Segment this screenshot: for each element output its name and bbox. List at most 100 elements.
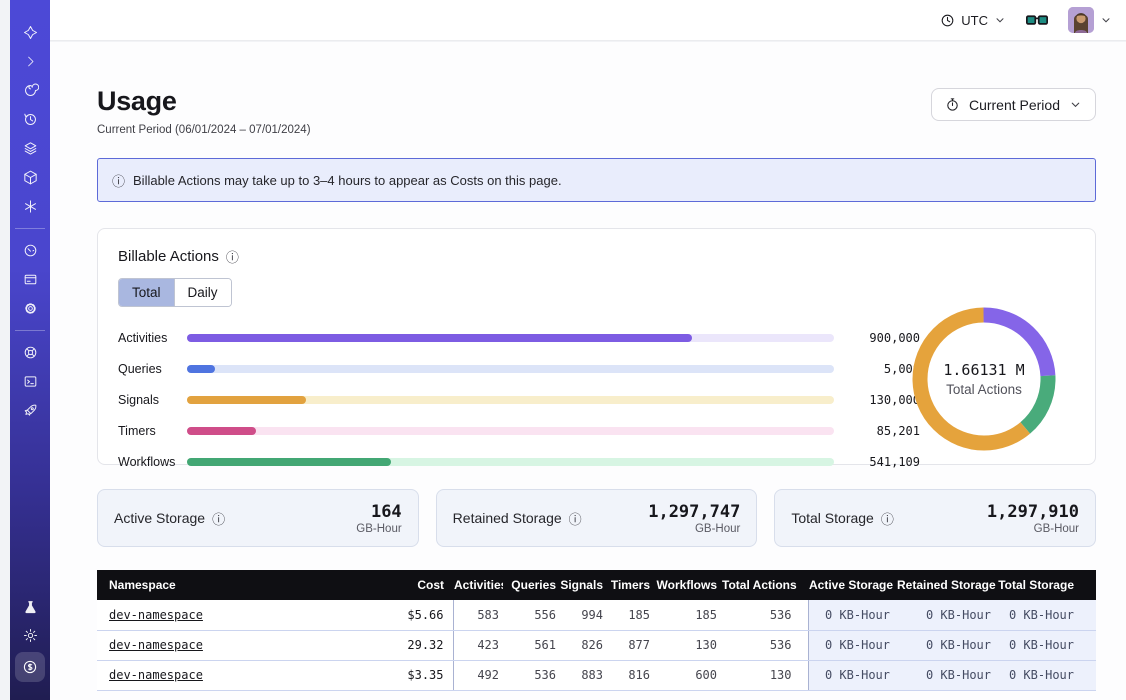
table-cell: 0 KB-Hour [808, 600, 896, 630]
sidebar-item-schedules[interactable] [10, 105, 50, 134]
storage-summary-row: Active Storage ⓘ 164 GB-Hour Retained St… [97, 489, 1096, 547]
billable-actions-card: Billable Actions ⓘ Total Daily Activitie… [97, 228, 1096, 465]
period-selector-button[interactable]: Current Period [931, 88, 1096, 121]
tab-daily[interactable]: Daily [174, 279, 231, 306]
sidebar-item-namespaces[interactable] [10, 76, 50, 105]
layers-icon [22, 140, 39, 157]
page-title: Usage [97, 86, 311, 117]
table-cell: $3.35 [347, 660, 453, 690]
feedback-glasses-button[interactable] [1026, 14, 1048, 27]
temporal-logo[interactable] [10, 18, 50, 47]
sidebar-divider [15, 330, 45, 331]
active-storage-label: Active Storage [114, 510, 205, 526]
table-cell: 816 [607, 660, 655, 690]
sidebar-item-deployments[interactable] [10, 134, 50, 163]
bar-fill [187, 427, 256, 435]
bar-fill [187, 334, 692, 342]
bar-value: 541,109 [834, 455, 920, 469]
bar-track [187, 427, 834, 435]
table-column-header: Active Storage [808, 570, 896, 600]
gauge-icon [22, 242, 39, 259]
table-row: dev-namespace$3.354925368838166001300 KB… [97, 660, 1096, 690]
donut-total-value: 1.66131 M [943, 361, 1024, 379]
retained-storage-unit: GB-Hour [648, 523, 740, 535]
period-selector-label: Current Period [969, 97, 1060, 113]
info-icon[interactable]: ⓘ [226, 247, 239, 266]
chevron-down-icon [994, 14, 1006, 26]
theme-toggle[interactable] [10, 624, 50, 646]
info-icon[interactable]: ⓘ [212, 509, 225, 528]
sidebar-item-terminal[interactable] [10, 367, 50, 396]
table-column-header: Total Storage [997, 570, 1096, 600]
dollar-coin-icon [21, 658, 39, 676]
cube-icon [22, 169, 39, 186]
bar-category-label: Queries [118, 362, 187, 376]
timezone-selector[interactable]: UTC [940, 13, 1006, 28]
bar-track [187, 365, 834, 373]
stopwatch-icon [945, 97, 960, 112]
bar-row: Workflows 541,109 [118, 455, 1075, 469]
table-cell: 0 KB-Hour [896, 660, 997, 690]
sidebar-item-getting-started[interactable] [10, 396, 50, 425]
sidebar-item-settings[interactable] [10, 294, 50, 323]
billable-actions-title: Billable Actions [118, 248, 219, 265]
table-cell: dev-namespace [97, 600, 347, 630]
sidebar-item-labs[interactable] [10, 596, 50, 618]
tab-total[interactable]: Total [119, 279, 174, 306]
sidebar-item-usage[interactable] [10, 236, 50, 265]
total-storage-value: 1,297,910 [987, 502, 1079, 522]
sidebar-item-support[interactable] [10, 338, 50, 367]
table-cell: 600 [655, 660, 721, 690]
bar-value: 5,000 [834, 362, 920, 376]
flask-icon [22, 599, 39, 616]
namespace-link[interactable]: dev-namespace [109, 608, 203, 622]
table-column-header: Cost [347, 570, 453, 600]
table-column-header: Workflows [655, 570, 721, 600]
table-cell: 29.32 [347, 630, 453, 660]
gear-icon [22, 300, 39, 317]
bar-track [187, 396, 834, 404]
sidebar-item-batch[interactable] [10, 163, 50, 192]
avatar [1068, 7, 1094, 33]
bar-value: 900,000 [834, 331, 920, 345]
table-cell: dev-namespace [97, 660, 347, 690]
table-column-header: Timers [607, 570, 655, 600]
retained-storage-label: Retained Storage [453, 510, 562, 526]
total-storage-label: Total Storage [791, 510, 874, 526]
rocket-icon [22, 402, 39, 419]
table-column-header: Queries [503, 570, 559, 600]
user-menu[interactable] [1068, 7, 1112, 33]
bar-value: 130,000 [834, 393, 920, 407]
terminal-icon [22, 373, 39, 390]
namespaces-icon [22, 82, 39, 99]
topbar: UTC [50, 0, 1126, 41]
table-row: dev-namespace29.324235618268771305360 KB… [97, 630, 1096, 660]
table-column-header: Total Actions [721, 570, 808, 600]
table-cell: 130 [655, 630, 721, 660]
namespace-link[interactable]: dev-namespace [109, 668, 203, 682]
sidebar-item-nexus[interactable] [10, 192, 50, 221]
bar-track [187, 334, 834, 342]
sidebar-item-billing[interactable] [10, 265, 50, 294]
info-icon[interactable]: ⓘ [881, 509, 894, 528]
info-icon[interactable]: ⓘ [569, 509, 582, 528]
asterisk-icon [22, 198, 39, 215]
chevron-right-icon [23, 54, 38, 69]
sidebar-item-pricing[interactable] [15, 652, 45, 682]
sidebar [10, 0, 50, 700]
sidebar-expand-button[interactable] [10, 47, 50, 76]
bar-category-label: Workflows [118, 455, 187, 469]
retained-storage-value: 1,297,747 [648, 502, 740, 522]
temporal-logo-icon [22, 24, 39, 41]
table-column-header: Activities [453, 570, 503, 600]
donut-total-label: Total Actions [946, 382, 1022, 397]
bar-fill [187, 396, 306, 404]
table-cell: 536 [503, 660, 559, 690]
billable-view-tabs: Total Daily [118, 278, 232, 307]
bar-fill [187, 365, 215, 373]
table-cell: 0 KB-Hour [997, 660, 1096, 690]
billable-actions-info-banner: ⓘ Billable Actions may take up to 3–4 ho… [97, 158, 1096, 202]
table-column-header: Signals [559, 570, 607, 600]
namespace-link[interactable]: dev-namespace [109, 638, 203, 652]
table-cell: 0 KB-Hour [896, 630, 997, 660]
